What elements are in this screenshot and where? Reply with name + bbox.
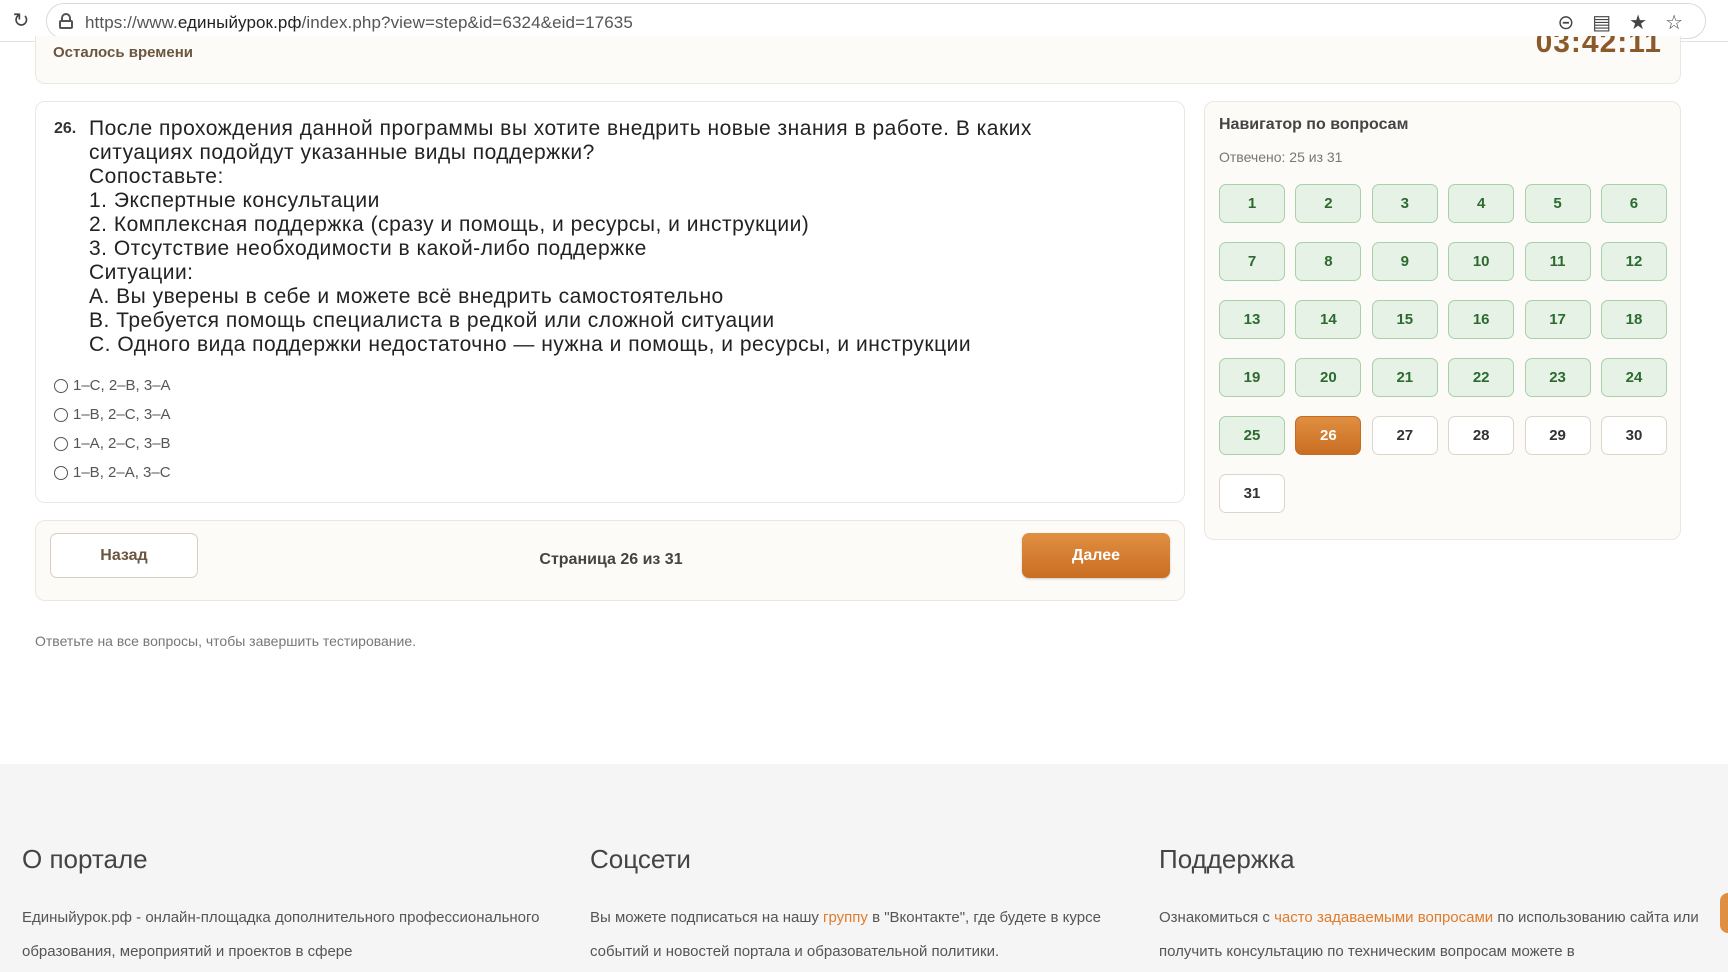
question-nav-button-19[interactable]: 19 [1219, 358, 1285, 397]
url-domain: единыйурок.рф [177, 13, 302, 32]
question-nav-button-14[interactable]: 14 [1295, 300, 1362, 339]
option-label: 1–C, 2–B, 3–A [73, 377, 171, 394]
question-nav-button-21[interactable]: 21 [1371, 358, 1438, 397]
question-line: После прохождения данной программы вы хо… [89, 117, 1032, 140]
question-text: После прохождения данной программы вы хо… [89, 117, 1169, 357]
question-nav-button-6[interactable]: 6 [1600, 184, 1667, 223]
answer-option[interactable]: 1–B, 2–A, 3–C [54, 458, 171, 487]
question-nav-button-7[interactable]: 7 [1219, 242, 1285, 281]
footer-social-text-start: Вы можете подписаться на нашу [590, 909, 824, 926]
radio-button[interactable] [54, 465, 68, 480]
question-nav-button-12[interactable]: 12 [1600, 242, 1667, 281]
question-nav-button-8[interactable]: 8 [1295, 242, 1362, 281]
footer-social-text: Вы можете подписаться на нашу группу в "… [590, 901, 1120, 969]
url-text[interactable]: https://www.единыйурок.рф/index.php?view… [85, 13, 633, 33]
answer-options: 1–C, 2–B, 3–A 1–B, 2–C, 3–A 1–A, 2–C, 3–… [54, 371, 171, 487]
question-nav-button-9[interactable]: 9 [1371, 242, 1438, 281]
zoom-out-icon[interactable]: ⊝ [1557, 13, 1574, 33]
question-line: 1. Экспертные консультации [89, 189, 380, 212]
lock-icon[interactable] [59, 13, 73, 29]
question-line: A. Вы уверены в себе и можете всё внедри… [89, 285, 724, 308]
question-nav-button-2[interactable]: 2 [1295, 184, 1362, 223]
question-nav-button-24[interactable]: 24 [1600, 358, 1667, 397]
question-nav-button-5[interactable]: 5 [1524, 184, 1591, 223]
question-nav-button-27[interactable]: 27 [1371, 416, 1438, 455]
question-line: ситуациях подойдут указанные виды поддер… [89, 141, 595, 164]
question-nav-button-10[interactable]: 10 [1448, 242, 1515, 281]
question-line: 3. Отсутствие необходимости в какой-либо… [89, 237, 647, 260]
url-prefix: https://www. [85, 13, 178, 32]
question-nav-button-28[interactable]: 28 [1448, 416, 1515, 455]
footer-about: О портале Единыйурок.рф - онлайн-площадк… [22, 844, 552, 969]
timer-label: Осталось времени [53, 44, 193, 61]
next-button[interactable]: Далее [1022, 533, 1170, 578]
timer-value: 03:42:11 [1535, 36, 1662, 59]
question-nav-button-15[interactable]: 15 [1371, 300, 1438, 339]
question-line: Ситуации: [89, 261, 194, 284]
reader-mode-icon[interactable]: ▤ [1592, 13, 1611, 33]
footer-social: Соцсети Вы можете подписаться на нашу гр… [590, 844, 1120, 969]
timer-panel: Осталось времени 03:42:11 [35, 36, 1681, 84]
radio-button[interactable] [54, 436, 68, 451]
question-number: 26. [54, 120, 77, 137]
radio-button[interactable] [54, 378, 68, 393]
option-label: 1–B, 2–A, 3–C [73, 464, 171, 481]
option-label: 1–A, 2–C, 3–B [73, 435, 171, 452]
question-nav-button-31[interactable]: 31 [1219, 474, 1285, 513]
address-bar[interactable]: https://www.единыйурок.рф/index.php?view… [46, 3, 1706, 39]
question-nav-button-17[interactable]: 17 [1524, 300, 1591, 339]
completion-hint: Ответьте на все вопросы, чтобы завершить… [35, 633, 417, 649]
page-indicator: Страница 26 из 31 [539, 551, 683, 568]
footer-support-title: Поддержка [1159, 844, 1295, 874]
question-nav-button-23[interactable]: 23 [1524, 358, 1591, 397]
faq-link[interactable]: часто задаваемыми вопросами [1274, 909, 1493, 926]
footer-support: Поддержка Ознакомиться с часто задаваемы… [1159, 844, 1699, 969]
answer-option[interactable]: 1–A, 2–C, 3–B [54, 429, 171, 458]
question-card: 26. После прохождения данной программы в… [35, 101, 1185, 503]
pager-panel: Назад Страница 26 из 31 Далее [35, 520, 1185, 601]
answer-option[interactable]: 1–C, 2–B, 3–A [54, 371, 171, 400]
footer-support-text-start: Ознакомиться с [1159, 909, 1275, 926]
footer-about-text: Единыйурок.рф - онлайн-площадка дополнит… [22, 909, 540, 960]
question-nav-button-29[interactable]: 29 [1524, 416, 1591, 455]
answered-count: Отвечено: 25 из 31 [1219, 149, 1343, 165]
question-nav-button-3[interactable]: 3 [1371, 184, 1438, 223]
navigator-title: Навигатор по вопросам [1219, 116, 1409, 133]
footer-social-title: Соцсети [590, 844, 691, 874]
star-icon[interactable]: ★ [1629, 13, 1647, 33]
vk-group-link[interactable]: группу [823, 909, 868, 926]
feedback-tab[interactable] [1720, 893, 1728, 933]
question-nav-button-13[interactable]: 13 [1219, 300, 1285, 339]
favorites-icon[interactable]: ☆ [1665, 13, 1683, 33]
site-footer: О портале Единыйурок.рф - онлайн-площадк… [0, 764, 1728, 972]
question-nav-button-4[interactable]: 4 [1448, 184, 1515, 223]
question-nav-button-18[interactable]: 18 [1600, 300, 1667, 339]
reload-icon[interactable]: ↻ [8, 8, 34, 34]
question-nav-button-16[interactable]: 16 [1448, 300, 1515, 339]
question-nav-button-20[interactable]: 20 [1295, 358, 1362, 397]
question-navigator: Навигатор по вопросам Отвечено: 25 из 31… [1204, 101, 1681, 540]
footer-support-text: Ознакомиться с часто задаваемыми вопроса… [1159, 901, 1699, 969]
radio-button[interactable] [54, 407, 68, 422]
question-nav-button-26[interactable]: 26 [1295, 416, 1362, 455]
question-line: 2. Комплексная поддержка (сразу и помощь… [89, 213, 810, 236]
question-nav-button-25[interactable]: 25 [1219, 416, 1285, 455]
option-label: 1–B, 2–C, 3–A [73, 406, 171, 423]
question-line: Сопоставьте: [89, 165, 224, 188]
question-nav-button-22[interactable]: 22 [1448, 358, 1515, 397]
footer-about-title: О портале [22, 844, 148, 874]
question-grid: 1 2 3 4 5 6 7 8 9 10 11 12 13 14 15 16 17 18 19 20 21 22 23 24 2… [1219, 184, 1667, 513]
question-nav-button-11[interactable]: 11 [1524, 242, 1591, 281]
question-line: B. Требуется помощь специалиста в редкой… [89, 309, 775, 332]
question-line: C. Одного вида поддержки недостаточно — … [89, 333, 972, 356]
url-path: /index.php?view=step&id=6324&eid=17635 [301, 13, 633, 32]
question-nav-button-30[interactable]: 30 [1600, 416, 1667, 455]
question-nav-button-1[interactable]: 1 [1219, 184, 1285, 223]
answer-option[interactable]: 1–B, 2–C, 3–A [54, 400, 171, 429]
